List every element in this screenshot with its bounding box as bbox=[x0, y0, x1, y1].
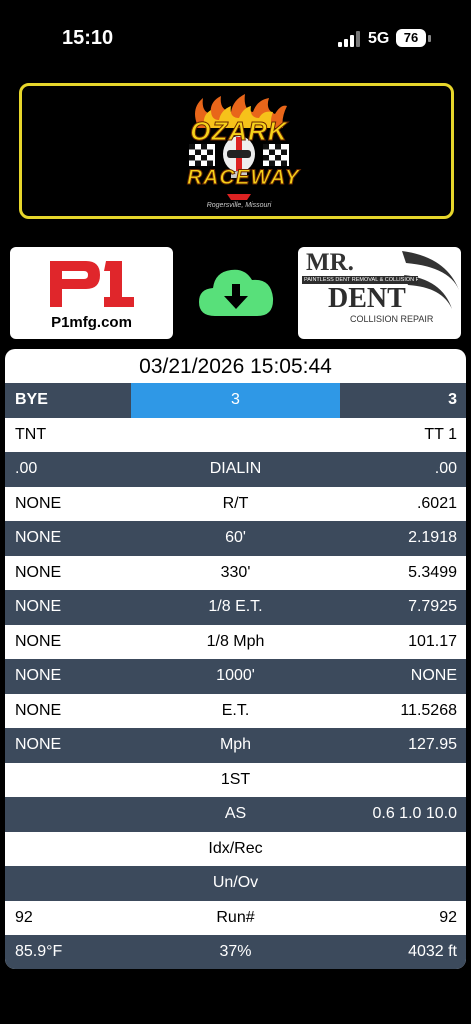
sponsor-mr: MR. bbox=[306, 249, 354, 276]
cloud-download-icon bbox=[199, 269, 274, 316]
table-row-as: AS 0.6 1.0 10.0 bbox=[5, 797, 466, 832]
cell-label: Mph bbox=[219, 736, 252, 754]
cell-label: Run# bbox=[216, 908, 255, 926]
cell-right: 2.1918 bbox=[408, 529, 457, 547]
logo-line-ozark: OZARK bbox=[190, 116, 288, 147]
cell-right: TT 1 bbox=[424, 425, 457, 443]
cell-label: 1ST bbox=[220, 770, 251, 788]
network-type: 5G bbox=[368, 30, 390, 47]
table-row-1000ft: NONE 1000' NONE bbox=[5, 659, 466, 694]
table-row-eighth-et: NONE 1/8 E.T. 7.7925 bbox=[5, 590, 466, 625]
ozark-raceway-logo: OZARK RACEWAY Rogersville, Missouri bbox=[187, 94, 300, 212]
cell-label: 60' bbox=[225, 529, 246, 547]
cell-left: 92 bbox=[15, 908, 33, 926]
lane-right-value: 3 bbox=[448, 391, 457, 409]
cell-label: E.T. bbox=[221, 701, 250, 719]
cell-left: .00 bbox=[15, 460, 38, 478]
cell-right: .6021 bbox=[416, 494, 457, 512]
cell-right: 127.95 bbox=[408, 736, 457, 754]
cell-right: 7.7925 bbox=[408, 598, 457, 616]
weather-humidity: 37% bbox=[219, 943, 252, 961]
p1-logo-icon bbox=[50, 261, 134, 307]
cell-label: 1/8 E.T. bbox=[208, 598, 263, 616]
cell-right: NONE bbox=[410, 667, 457, 685]
cell-right: .00 bbox=[434, 460, 457, 478]
cell-left: NONE bbox=[15, 701, 62, 719]
status-time: 15:10 bbox=[62, 27, 114, 49]
cell-left: NONE bbox=[15, 736, 62, 754]
sponsor-mr-dent[interactable]: MR. PAINTLESS DENT REMOVAL & COLLISION R… bbox=[298, 247, 461, 339]
cell-left: NONE bbox=[15, 598, 62, 616]
timeslip-table: 03/21/2026 15:05:44 BYE 3 3 TNT TT 1 .00… bbox=[5, 349, 466, 969]
table-row-run-number: 92 Run# 92 bbox=[5, 900, 466, 935]
table-row-class: TNT TT 1 bbox=[5, 417, 466, 452]
cell-right: 0.6 1.0 10.0 bbox=[372, 805, 457, 823]
cell-label: 1/8 Mph bbox=[206, 632, 265, 650]
sponsor-dent: DENT bbox=[328, 283, 406, 314]
table-row-330ft: NONE 330' 5.3499 bbox=[5, 555, 466, 590]
sponsor-p1mfg-site: P1mfg.com bbox=[51, 314, 132, 331]
status-bar: 15:10 5G 76 bbox=[0, 0, 471, 70]
cell-label: 330' bbox=[220, 563, 251, 581]
cell-left: NONE bbox=[15, 529, 62, 547]
table-row-mph: NONE Mph 127.95 bbox=[5, 728, 466, 763]
table-row-idx-rec: Idx/Rec bbox=[5, 831, 466, 866]
weather-density-altitude: 4032 ft bbox=[408, 943, 457, 961]
table-row-et: NONE E.T. 11.5268 bbox=[5, 693, 466, 728]
flames-icon bbox=[189, 94, 289, 200]
table-row-60ft: NONE 60' 2.1918 bbox=[5, 521, 466, 556]
logo-town: Rogersville, Missouri bbox=[206, 202, 272, 209]
download-button[interactable] bbox=[197, 262, 275, 318]
timeslip-header-row: BYE 3 3 bbox=[5, 383, 466, 418]
cell-right: 92 bbox=[439, 908, 457, 926]
table-row-eighth-mph: NONE 1/8 Mph 101.17 bbox=[5, 624, 466, 659]
cell-label: 1000' bbox=[216, 667, 255, 685]
sponsor-p1mfg[interactable]: P1mfg.com bbox=[10, 247, 173, 339]
cell-left: NONE bbox=[15, 632, 62, 650]
cell-label: AS bbox=[224, 805, 247, 823]
track-banner: OZARK RACEWAY Rogersville, Missouri bbox=[19, 83, 454, 219]
cell-label: DIALIN bbox=[209, 460, 262, 478]
table-row-finish: 1ST bbox=[5, 762, 466, 797]
cell-left: NONE bbox=[15, 563, 62, 581]
sponsor-collision-repair: COLLISION REPAIR bbox=[350, 314, 434, 324]
cell-right: 11.5268 bbox=[400, 701, 457, 719]
table-row-dialin: .00 DIALIN .00 bbox=[5, 452, 466, 487]
logo-line-raceway: RACEWAY bbox=[187, 166, 300, 190]
battery-icon: 76 bbox=[396, 29, 426, 47]
round-number: 3 bbox=[131, 383, 340, 418]
cell-label: R/T bbox=[222, 494, 249, 512]
table-row-reaction-time: NONE R/T .6021 bbox=[5, 486, 466, 521]
table-row-weather: 85.9°F 37% 4032 ft bbox=[5, 935, 466, 969]
weather-temperature: 85.9°F bbox=[15, 943, 63, 961]
lane-left-value: BYE bbox=[15, 391, 48, 409]
battery-tip bbox=[428, 35, 431, 42]
cell-left: TNT bbox=[15, 425, 47, 443]
cell-left: NONE bbox=[15, 494, 62, 512]
table-row-un-ov: Un/Ov bbox=[5, 866, 466, 901]
signal-icon bbox=[338, 31, 360, 47]
cell-label: Idx/Rec bbox=[208, 839, 263, 857]
cell-right: 101.17 bbox=[408, 632, 457, 650]
timeslip-timestamp: 03/21/2026 15:05:44 bbox=[139, 355, 332, 378]
cell-label: Un/Ov bbox=[212, 874, 259, 892]
road-swoosh-icon bbox=[402, 251, 460, 309]
cell-left: NONE bbox=[15, 667, 62, 685]
cell-right: 5.3499 bbox=[408, 563, 457, 581]
